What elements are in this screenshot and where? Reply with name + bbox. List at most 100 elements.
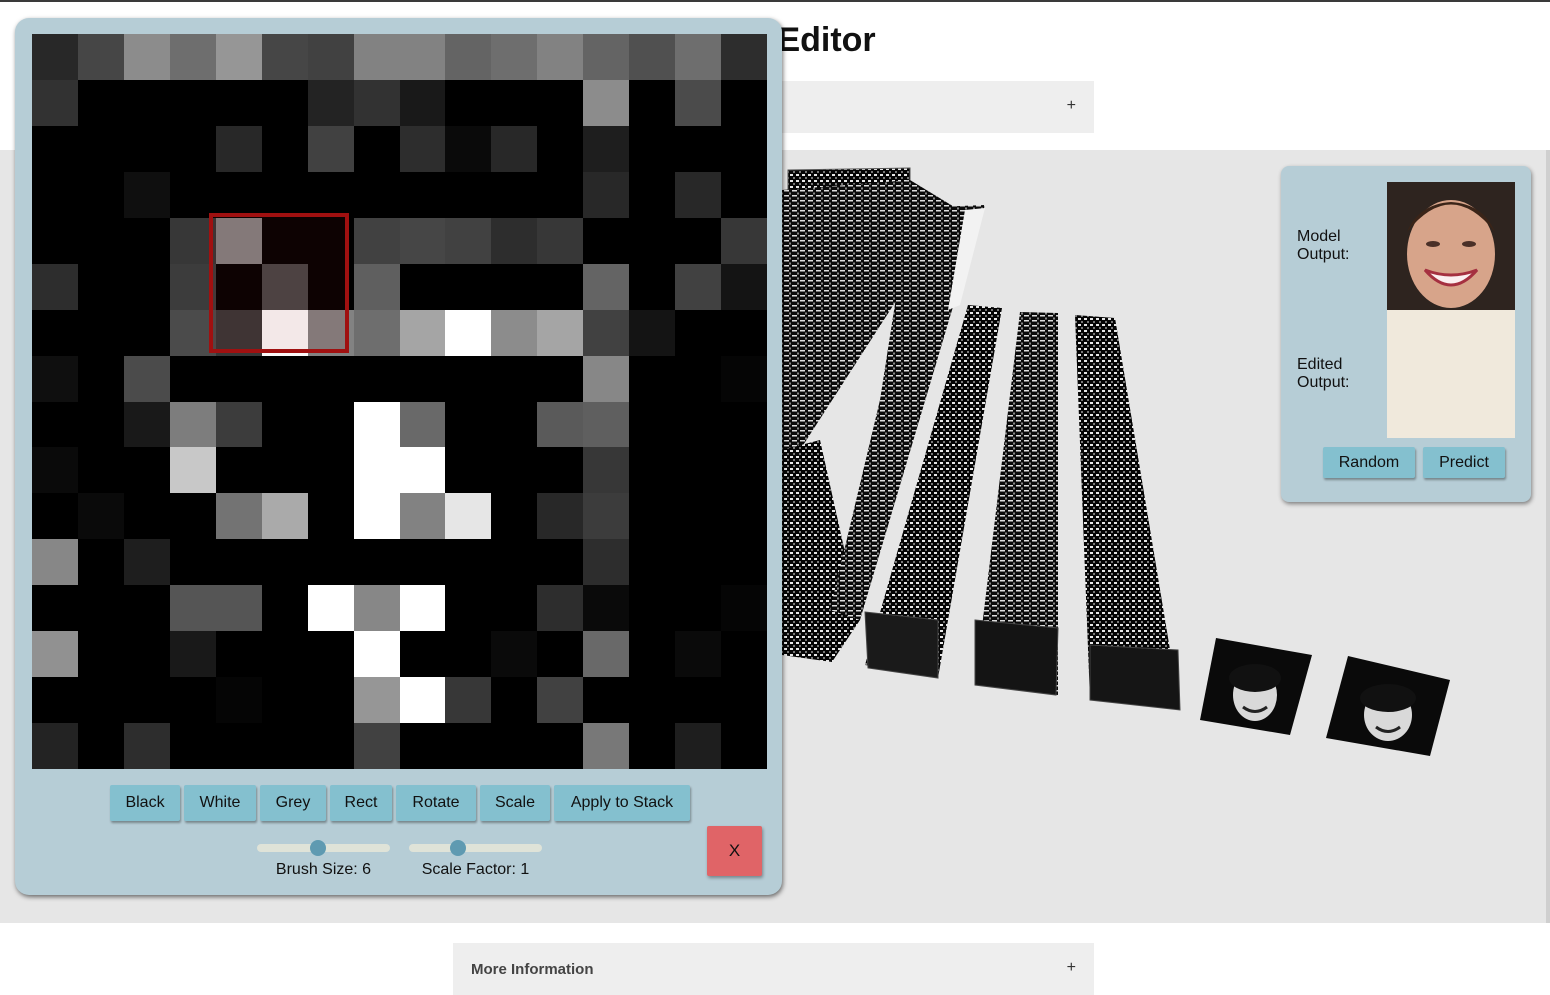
feature-map-cell[interactable] [583, 355, 630, 402]
feature-map-cell[interactable] [32, 447, 78, 494]
feature-map-cell[interactable] [123, 723, 170, 769]
feature-map-cell[interactable] [399, 34, 446, 80]
feature-map-cell[interactable] [399, 723, 446, 769]
feature-map-cell[interactable] [32, 217, 78, 264]
feature-map-cell[interactable] [353, 723, 400, 769]
close-button[interactable]: X [707, 826, 762, 876]
feature-map-cell[interactable] [215, 401, 262, 448]
feature-map-cell[interactable] [353, 631, 400, 678]
black-button[interactable]: Black [110, 785, 180, 821]
feature-map-cell[interactable] [77, 309, 124, 356]
feature-map-cell[interactable] [77, 585, 124, 632]
feature-map-cell[interactable] [675, 263, 722, 310]
feature-map-cell[interactable] [537, 631, 584, 678]
feature-map-cell[interactable] [261, 171, 308, 218]
feature-map-cell[interactable] [399, 493, 446, 540]
feature-map-cell[interactable] [491, 401, 538, 448]
feature-map-cell[interactable] [537, 309, 584, 356]
feature-map-cell[interactable] [583, 217, 630, 264]
feature-map-cell[interactable] [169, 401, 216, 448]
feature-map-cell[interactable] [629, 355, 676, 402]
feature-map-cell[interactable] [123, 309, 170, 356]
feature-map-cell[interactable] [675, 585, 722, 632]
feature-map-cell[interactable] [583, 125, 630, 172]
feature-map-cell[interactable] [215, 585, 262, 632]
feature-map-cell[interactable] [399, 401, 446, 448]
feature-map-cell[interactable] [721, 539, 767, 586]
feature-map-cell[interactable] [261, 401, 308, 448]
feature-map-cell[interactable] [353, 447, 400, 494]
feature-map-cell[interactable] [215, 125, 262, 172]
feature-map-cell[interactable] [169, 79, 216, 126]
feature-map-cell[interactable] [445, 585, 492, 632]
feature-map-cell[interactable] [32, 34, 78, 80]
feature-map-cell[interactable] [169, 539, 216, 586]
feature-map-cell[interactable] [77, 723, 124, 769]
feature-map-cell[interactable] [307, 401, 354, 448]
feature-map-cell[interactable] [721, 355, 767, 402]
feature-map-cell[interactable] [721, 585, 767, 632]
feature-map-cell[interactable] [123, 171, 170, 218]
feature-map-cell[interactable] [32, 539, 78, 586]
feature-map-cell[interactable] [537, 447, 584, 494]
feature-map-cell[interactable] [399, 585, 446, 632]
feature-map-cell[interactable] [169, 171, 216, 218]
feature-map-cell[interactable] [353, 493, 400, 540]
feature-map-cell[interactable] [445, 171, 492, 218]
feature-map-cell[interactable] [721, 217, 767, 264]
feature-map-cell[interactable] [629, 631, 676, 678]
feature-map-cell[interactable] [675, 447, 722, 494]
feature-map-cell[interactable] [169, 355, 216, 402]
feature-map-cell[interactable] [215, 677, 262, 724]
feature-map-cell[interactable] [445, 355, 492, 402]
feature-map-cell[interactable] [353, 125, 400, 172]
feature-map-cell[interactable] [353, 309, 400, 356]
feature-map-cell[interactable] [399, 309, 446, 356]
feature-map-cell[interactable] [77, 79, 124, 126]
feature-map-cell[interactable] [445, 631, 492, 678]
feature-map-cell[interactable] [353, 79, 400, 126]
feature-map-cell[interactable] [77, 677, 124, 724]
feature-map-cell[interactable] [399, 171, 446, 218]
feature-map-cell[interactable] [721, 677, 767, 724]
feature-map-cell[interactable] [123, 677, 170, 724]
feature-map-cell[interactable] [675, 493, 722, 540]
feature-map-cell[interactable] [675, 79, 722, 126]
feature-map-cell[interactable] [675, 631, 722, 678]
feature-map-cell[interactable] [32, 723, 78, 769]
feature-map-cell[interactable] [169, 447, 216, 494]
feature-map-cell[interactable] [721, 723, 767, 769]
feature-map-cell[interactable] [399, 631, 446, 678]
feature-map-cell[interactable] [169, 493, 216, 540]
feature-map-cell[interactable] [583, 401, 630, 448]
feature-map-cell[interactable] [537, 723, 584, 769]
feature-map-cell[interactable] [583, 447, 630, 494]
feature-map-cell[interactable] [491, 585, 538, 632]
feature-map-cell[interactable] [123, 79, 170, 126]
expand-icon[interactable]: + [1067, 959, 1076, 977]
feature-map-cell[interactable] [77, 447, 124, 494]
feature-map-cell[interactable] [675, 539, 722, 586]
feature-map-cell[interactable] [445, 723, 492, 769]
feature-map-cell[interactable] [123, 493, 170, 540]
feature-map-cell[interactable] [583, 309, 630, 356]
feature-map-cell[interactable] [629, 171, 676, 218]
feature-map-cell[interactable] [123, 631, 170, 678]
feature-map-cell[interactable] [123, 263, 170, 310]
stage-scrollbar[interactable] [1546, 150, 1550, 923]
feature-map-cell[interactable] [491, 171, 538, 218]
feature-map-cell[interactable] [445, 263, 492, 310]
feature-map-cell[interactable] [537, 217, 584, 264]
feature-map-cell[interactable] [353, 34, 400, 80]
feature-map-cell[interactable] [307, 677, 354, 724]
feature-map-cell[interactable] [675, 355, 722, 402]
feature-map-cell[interactable] [491, 263, 538, 310]
feature-map-cell[interactable] [261, 631, 308, 678]
feature-map-cell[interactable] [675, 677, 722, 724]
feature-map-cell[interactable] [445, 217, 492, 264]
feature-map-cell[interactable] [169, 585, 216, 632]
feature-map-cell[interactable] [675, 217, 722, 264]
feature-map-cell[interactable] [77, 217, 124, 264]
feature-map-cell[interactable] [77, 539, 124, 586]
feature-map-cell[interactable] [629, 539, 676, 586]
